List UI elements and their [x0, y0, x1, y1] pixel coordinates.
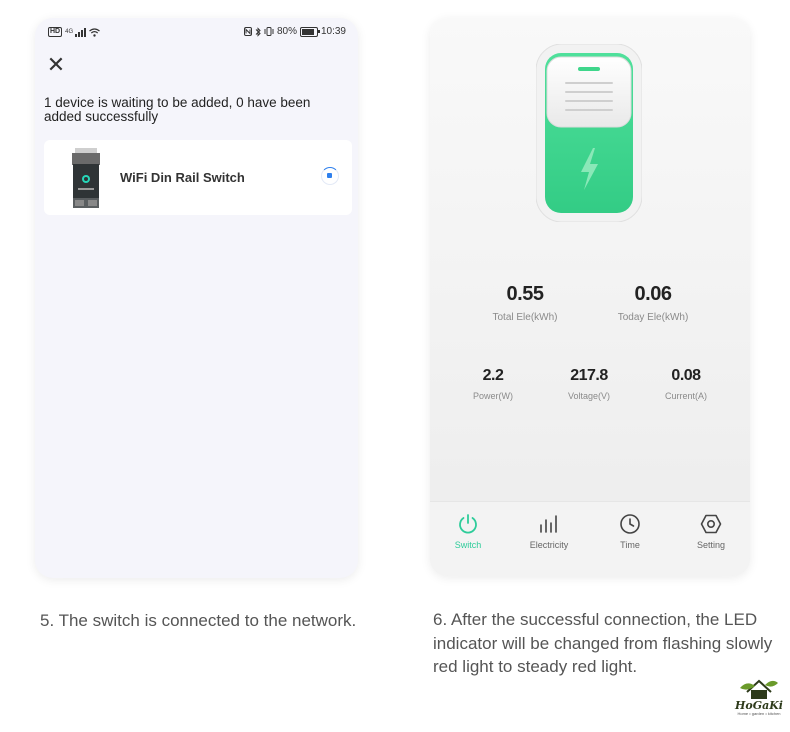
stat-label: Total Ele(kWh) — [492, 312, 558, 323]
left-phone-screen: HD 4G 80% 10:39 ✕ 1 device is waiting to… — [35, 18, 358, 578]
power-icon — [459, 514, 477, 534]
clock-icon — [620, 514, 640, 534]
stat-today-energy: 0.06 Today Ele(kWh) — [593, 283, 713, 323]
close-icon: ✕ — [46, 52, 66, 77]
status-time: 10:39 — [320, 26, 346, 37]
stat-current: 0.08 Current(A) — [626, 367, 746, 401]
network-type: 4G — [65, 29, 74, 35]
bluetooth-icon — [255, 26, 261, 37]
logo-tagline: Home • garden • kitchen — [737, 711, 781, 716]
add-device-status-message: 1 device is waiting to be added, 0 have … — [44, 95, 311, 124]
tab-setting[interactable]: Setting — [676, 512, 746, 550]
tab-label: Time — [620, 540, 640, 550]
gear-icon — [700, 514, 722, 534]
stat-total-energy: 0.55 Total Ele(kWh) — [465, 283, 585, 323]
house-leaf-icon — [740, 679, 778, 699]
tab-time[interactable]: Time — [595, 512, 665, 550]
stat-value: 0.08 — [671, 367, 701, 384]
status-bar-left: HD 4G — [48, 27, 101, 37]
status-bar: HD 4G 80% 10:39 — [35, 18, 358, 48]
battery-icon — [299, 26, 320, 37]
wifi-icon — [89, 27, 101, 37]
bottom-tab-bar: Switch Electricity Time Setting — [430, 501, 750, 576]
switch-toggle-device[interactable] — [536, 44, 642, 222]
bar-chart-icon — [540, 515, 557, 533]
stat-value: 0.55 — [506, 283, 544, 305]
right-phone-screen: 0.55 Total Ele(kWh) 0.06 Today Ele(kWh) … — [430, 18, 750, 576]
tab-switch[interactable]: Switch — [433, 512, 503, 550]
caption-step-5: 5. The switch is connected to the networ… — [40, 611, 357, 630]
din-rail-switch-image — [72, 148, 100, 208]
stat-label: Current(A) — [664, 391, 707, 401]
status-bar-right: 80% 10:39 — [243, 26, 346, 37]
hogaki-logo: HoGaKi Home • garden • kitchen — [730, 678, 788, 722]
stat-label: Today Ele(kWh) — [617, 312, 689, 323]
signal-icon — [75, 27, 87, 37]
device-name: WiFi Din Rail Switch — [120, 170, 245, 185]
stat-value: 0.06 — [634, 283, 672, 305]
tab-label: Setting — [696, 540, 726, 550]
loading-spinner-icon — [321, 167, 339, 185]
hd-icon: HD — [48, 27, 63, 37]
battery-percent: 80% — [276, 26, 297, 37]
close-button[interactable]: ✕ — [45, 54, 67, 76]
caption-step-6: 6. After the successful connection, the … — [433, 610, 773, 676]
nfc-icon — [243, 27, 252, 36]
logo-text: HoGaKi — [735, 699, 783, 712]
vibrate-icon — [264, 27, 274, 36]
tab-label: Switch — [454, 540, 482, 550]
tab-electricity[interactable]: Electricity — [514, 512, 584, 550]
tab-label: Electricity — [529, 540, 569, 550]
device-list-item[interactable]: WiFi Din Rail Switch — [44, 140, 352, 215]
